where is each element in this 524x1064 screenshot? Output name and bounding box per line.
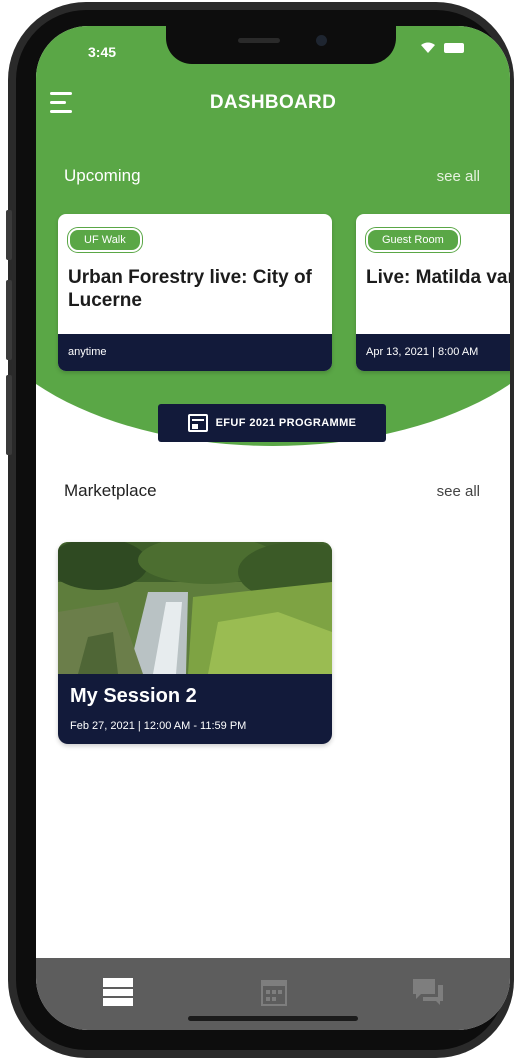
- programme-icon: [187, 414, 208, 432]
- session-footer: My Session 2 Feb 27, 2021 | 12:00 AM - 1…: [58, 674, 332, 744]
- upcoming-see-all-link[interactable]: see all: [437, 168, 480, 185]
- tab-chat[interactable]: [408, 974, 448, 1010]
- session-title: My Session 2: [70, 685, 197, 707]
- front-camera: [316, 35, 327, 46]
- marketplace-title: Marketplace: [64, 481, 157, 500]
- page-title: DASHBOARD: [209, 92, 337, 113]
- tab-calendar[interactable]: [254, 974, 294, 1010]
- programme-label: EFUF 2021 PROGRAMME: [215, 417, 357, 429]
- event-time: Apr 13, 2021 | 8:00 AM: [366, 346, 479, 358]
- event-title: Live: Matilda van den Bosch: [366, 267, 510, 288]
- app-screen: 3:45 DASHBOARD Upcoming see all UF Walk …: [36, 26, 510, 1030]
- battery-icon: [444, 43, 464, 53]
- programme-button[interactable]: EFUF 2021 PROGRAMME: [158, 404, 386, 442]
- event-tag: Guest Room: [366, 228, 460, 252]
- event-card[interactable]: UF Walk Urban Forestry live: City of Luc…: [58, 214, 332, 371]
- home-indicator: [188, 1016, 358, 1021]
- marketplace-header: Marketplace see all: [64, 481, 480, 501]
- event-tag: UF Walk: [68, 228, 142, 252]
- tab-dashboard[interactable]: [98, 974, 138, 1010]
- speaker: [238, 38, 280, 43]
- marketplace-see-all-link[interactable]: see all: [437, 483, 480, 500]
- volume-down-button: [6, 375, 12, 455]
- top-bar: DASHBOARD: [36, 84, 510, 124]
- mute-switch: [6, 210, 12, 260]
- event-footer: Apr 13, 2021 | 8:00 AM: [356, 334, 510, 371]
- dashboard-icon: [103, 978, 133, 1006]
- session-time: Feb 27, 2021 | 12:00 AM - 11:59 PM: [70, 720, 247, 732]
- notch: [166, 26, 396, 64]
- status-icons: [420, 42, 464, 54]
- upcoming-carousel[interactable]: UF Walk Urban Forestry live: City of Luc…: [58, 214, 510, 374]
- event-card[interactable]: Guest Room Live: Matilda van den Bosch A…: [356, 214, 510, 371]
- event-footer: anytime: [58, 334, 332, 371]
- chat-icon: [413, 979, 443, 1005]
- event-title: Urban Forestry live: City of Lucerne: [68, 267, 312, 311]
- calendar-icon: [261, 980, 287, 1006]
- upcoming-header: Upcoming see all: [64, 166, 480, 186]
- session-card[interactable]: My Session 2 Feb 27, 2021 | 12:00 AM - 1…: [58, 542, 332, 744]
- status-time: 3:45: [88, 44, 117, 60]
- event-time: anytime: [68, 346, 107, 358]
- volume-up-button: [6, 280, 12, 360]
- wifi-icon: [421, 42, 435, 53]
- upcoming-title: Upcoming: [64, 166, 141, 185]
- session-photo: [58, 542, 332, 674]
